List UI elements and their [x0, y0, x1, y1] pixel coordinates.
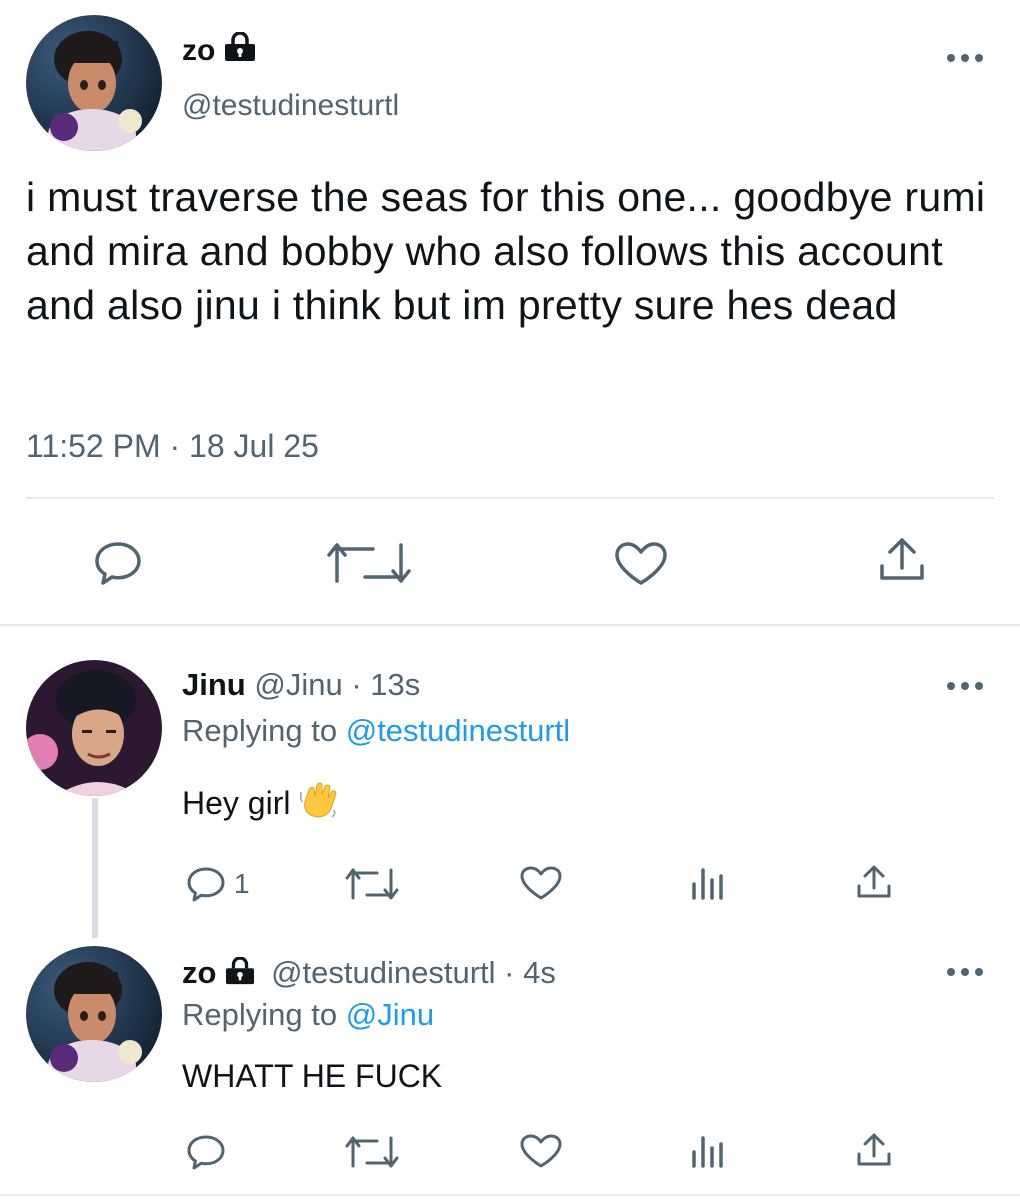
- lock-icon: [224, 956, 256, 994]
- tweet-text: i must traverse the seas for this one...…: [26, 174, 986, 328]
- handle[interactable]: @testudinesturtl: [271, 955, 495, 990]
- reply-icon[interactable]: [186, 1134, 226, 1170]
- waving-hand-emoji: [299, 782, 339, 821]
- replying-to: Replying to @Jinu: [182, 997, 435, 1032]
- handle[interactable]: @Jinu: [254, 667, 342, 702]
- reply-time[interactable]: · 4s: [504, 955, 556, 990]
- lock-icon: [223, 31, 257, 71]
- like-icon[interactable]: [614, 542, 668, 586]
- retweet-icon[interactable]: [345, 868, 399, 900]
- like-icon[interactable]: [520, 866, 562, 900]
- zo-avatar-image: [26, 15, 162, 151]
- zo-avatar-image: [26, 946, 162, 1082]
- section-divider: [0, 624, 1020, 626]
- divider: [26, 497, 994, 499]
- reply-header: zo @testudinesturtl · 4s: [182, 954, 556, 994]
- reply-text: WHATT HE FUCK: [182, 1058, 443, 1094]
- analytics-icon[interactable]: [691, 1134, 725, 1168]
- more-options-icon[interactable]: [947, 964, 983, 980]
- display-name[interactable]: zo: [182, 31, 257, 71]
- analytics-icon[interactable]: [691, 866, 725, 900]
- more-options-icon[interactable]: [947, 50, 983, 66]
- jinu-avatar-image: [26, 660, 162, 796]
- thread-line: [92, 798, 98, 938]
- share-icon[interactable]: [878, 536, 926, 584]
- avatar[interactable]: [26, 660, 162, 796]
- mention-link[interactable]: @Jinu: [346, 997, 434, 1032]
- reply-text: Hey girl: [182, 782, 339, 823]
- reply-icon[interactable]: 1: [186, 866, 250, 902]
- avatar[interactable]: [26, 15, 162, 151]
- reply-count: 1: [234, 868, 250, 899]
- like-icon[interactable]: [520, 1134, 562, 1168]
- avatar[interactable]: [26, 946, 162, 1082]
- display-name[interactable]: Jinu: [182, 667, 246, 702]
- retweet-icon[interactable]: [345, 1136, 399, 1168]
- handle[interactable]: @testudinesturtl: [182, 88, 399, 124]
- reply-time[interactable]: · 13s: [351, 667, 420, 702]
- tweet-timestamp[interactable]: 11:52 PM · 18 Jul 25: [26, 426, 319, 466]
- mention-link[interactable]: @testudinesturtl: [346, 713, 570, 748]
- reply-header: Jinu @Jinu · 13s: [182, 666, 420, 704]
- share-icon[interactable]: [856, 1132, 892, 1168]
- section-divider: [0, 1194, 1020, 1196]
- retweet-icon[interactable]: [327, 543, 411, 583]
- share-icon[interactable]: [856, 864, 892, 900]
- more-options-icon[interactable]: [947, 678, 983, 694]
- replying-to: Replying to @testudinesturtl: [182, 713, 571, 748]
- reply-icon[interactable]: [93, 540, 143, 586]
- display-name[interactable]: zo: [182, 955, 216, 990]
